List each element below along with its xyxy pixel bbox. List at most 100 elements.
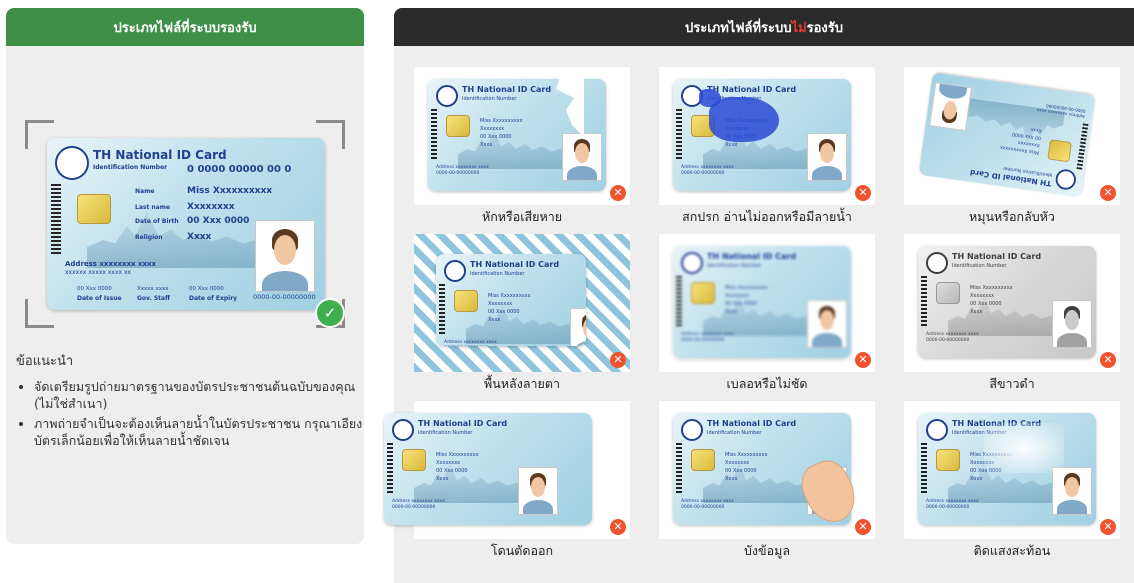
card-serial: 0000-00-00000000 [681,505,725,510]
tile-label: หักหรือเสียหาย [481,209,563,224]
barcode [921,443,927,493]
card-rows: Miss Xxxxxxxxxx Xxxxxxxx 00 Xxx 0000 Xxx… [436,451,479,483]
photo-shirt [812,166,842,180]
garuda-emblem-icon [681,419,703,441]
footer-label: Date of Issue [77,295,122,302]
card-address-line2: xxxxxx xxxxx xxxx xx [65,269,132,276]
row-label: Last name [135,204,171,211]
row-label: Date of Birth [135,218,179,225]
row-value: Miss Xxxxxxxxxx [436,452,479,458]
row-value: Xxxx [725,476,738,482]
card-rows: Miss Xxxxxxxxxx Xxxxxxxx 00 Xxx 0000 Xxx… [1000,122,1043,157]
row-value: Miss Xxxxxxxxxx [480,118,523,124]
row-value: Xxxx [488,317,501,323]
row-value: Xxxxxxxx [187,202,235,212]
advice-title: ข้อแนะนำ [16,354,74,369]
card-id-label: Identification Number [93,164,168,171]
barcode [921,276,927,326]
example-frame: TH National ID Card Identification Numbe… [25,120,345,328]
card-footer: Address xxxxxxxx xxxx 0000-00-00000000 [926,499,979,511]
photo-face [820,143,834,163]
row-value: Miss Xxxxxxxxxx [970,285,1013,291]
sample-id-card: TH National ID Card Identification Numbe… [918,246,1096,358]
unsupported-example-tile: TH National ID Card Identification Numbe… [904,67,1120,205]
barcode [387,443,393,493]
photo-shirt [567,166,597,180]
row-value: Xxxxxxxx [970,293,995,299]
row-value: 00 Xxx 0000 [436,468,468,474]
barcode [676,109,682,159]
row-value: Xxxxxxxx [725,460,750,466]
light-glare [984,423,1064,473]
sample-id-card: TH National ID Card Identification Numbe… [436,254,586,346]
card-photo [570,308,586,346]
card-footer: Address xxxxxxxx xxxx 0000-00-00000000 [436,165,489,177]
barcode [676,276,682,326]
card-chip [446,115,470,137]
photo-face [583,318,586,338]
barcode [51,182,61,254]
card-id-label: Identification Number [707,430,762,436]
card-chip [936,282,960,304]
supported-header: ประเภทไฟล์ที่ระบบรองรับ [6,8,364,46]
footer-value: 00 Xxx 0000 [77,286,112,292]
photo-face [820,310,834,330]
footer-label: Gov. Staff [137,295,170,302]
card-address: Address xxxxxxxx xxxx [65,260,157,268]
row-value: Miss Xxxxxxxxxx [725,285,768,291]
card-id-label: Identification Number [952,263,1007,269]
unsupported-example-tile: TH National ID Card Identification Numbe… [659,67,875,205]
card-rows: Miss Xxxxxxxxxx Xxxxxxxx 00 Xxx 0000 Xxx… [725,284,768,316]
row-value: Xxxx [187,232,212,242]
barcode [676,443,682,493]
header-prefix: ประเภทไฟล์ที่ระบบ [684,20,792,36]
barcode [1076,123,1089,170]
unsupported-example-tile: TH National ID Card Identification Numbe… [414,234,630,372]
row-value: Xxxxxxxx [725,293,750,299]
photo-face [1065,477,1079,497]
row-value: Miss Xxxxxxxxxx [488,293,531,299]
garuda-emblem-icon [926,252,948,274]
card-footer: Address xxxxxxxx xxxx 0000-00-00000000 [392,499,445,511]
unsupported-example-tile: TH National ID Card Identification Numbe… [904,234,1120,372]
card-id-number: 0 0000 00000 00 0 [187,164,292,175]
row-value: Xxxx [970,476,983,482]
footer-value: 00 Xxx 0000 [189,286,224,292]
barcode [439,284,445,334]
tile-label: โดนตัดออก [490,543,554,558]
sample-id-card: TH National ID Card Identification Numbe… [918,72,1096,198]
reject-x-icon: ✕ [1100,185,1116,201]
photo-face [575,143,589,163]
row-value: 00 Xxx 0000 [187,216,250,226]
card-photo [807,300,847,348]
reject-x-icon: ✕ [1100,519,1116,535]
card-serial: 0000-00-00000000 [926,338,970,343]
card-rows: Miss Xxxxxxxxxx Xxxxxxxx 00 Xxx 0000 Xxx… [488,292,531,324]
footer-value: Xxxxx xxxx [137,286,169,292]
row-label: Name [135,188,155,195]
card-rows: Miss Xxxxxxxxxx Xxxxxxxx 00 Xxx 0000 Xxx… [970,284,1013,316]
unsupported-example-tile: TH National ID Card Identification Numbe… [659,234,875,372]
reject-x-icon: ✕ [610,185,626,201]
card-id-label: Identification Number [462,96,517,102]
garuda-emblem-icon [681,252,703,274]
garuda-emblem-icon [926,419,948,441]
card-title: TH National ID Card [93,148,227,162]
photo-shirt [1057,333,1087,347]
reject-x-icon: ✕ [1100,352,1116,368]
photo-shirt [1057,500,1087,514]
card-chip [402,449,426,471]
row-value: Xxxx [480,142,493,148]
tile-label: บังข้อมูล [744,543,790,558]
card-footer: Address xxxxxxxx xxxx 0000-00-00000000 [681,165,734,177]
card-title: TH National ID Card [707,419,797,428]
card-photo [255,220,315,292]
garuda-emblem-icon [444,260,466,282]
card-photo [562,133,602,181]
garuda-emblem-icon [55,146,89,180]
card-chip [1047,139,1072,163]
card-title: TH National ID Card [952,252,1042,261]
card-footer: Address xxxxxxxx xxxx 0000-00-00000000 [444,340,497,346]
row-value: Xxxxxxxx [480,126,505,132]
tile-label: เบลอหรือไม่ชัด [726,376,808,391]
